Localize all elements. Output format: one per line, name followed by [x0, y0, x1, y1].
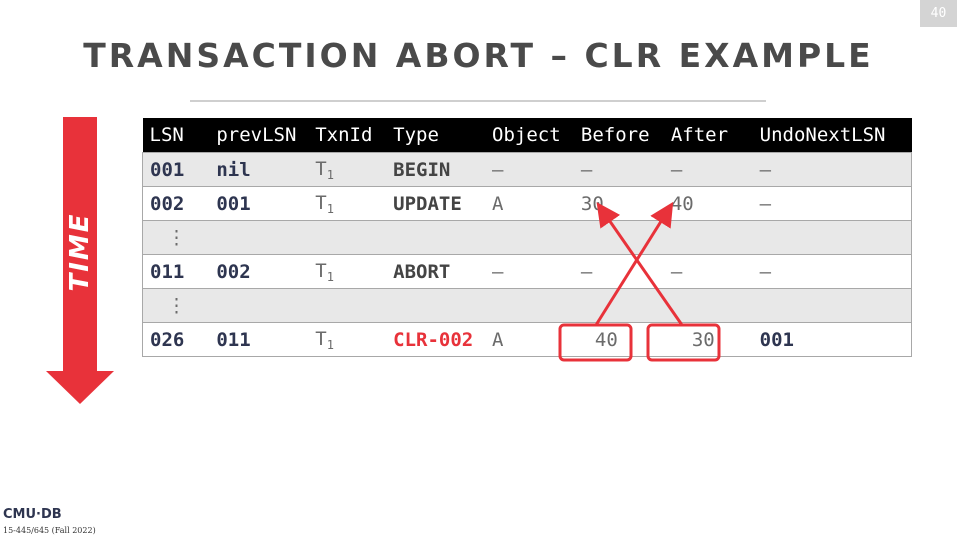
log-table: LSN prevLSN TxnId Type Object Before Aft… — [142, 118, 912, 357]
empty-cell — [752, 220, 912, 255]
empty-cell — [308, 220, 387, 255]
prevlsn-cell: nil — [209, 152, 309, 187]
txnid-text: T — [315, 327, 327, 350]
txnid-cell: T1 — [308, 322, 387, 357]
empty-cell — [308, 288, 387, 323]
before-cell: – — [573, 152, 664, 187]
time-label: TIME — [65, 212, 95, 292]
log-row: 026 011 T1 CLR-002 A 40 30 001 — [142, 322, 912, 357]
type-cell: UPDATE — [386, 186, 486, 221]
header-txnid: TxnId — [308, 118, 387, 153]
log-row: 001 nil T1 BEGIN – – – – — [142, 152, 912, 187]
cmu-db-logo: CMU·DB — [3, 507, 62, 522]
prevlsn-cell: 002 — [209, 254, 309, 289]
prevlsn-cell: 011 — [209, 322, 309, 357]
prevlsn-cell: 001 — [209, 186, 309, 221]
empty-cell — [573, 220, 664, 255]
undonextlsn-cell: – — [752, 254, 912, 289]
header-after: After — [663, 118, 753, 153]
empty-cell — [209, 288, 309, 323]
after-cell: – — [663, 254, 753, 289]
after-cell: 30 — [663, 322, 753, 357]
before-cell: 40 — [573, 322, 664, 357]
empty-cell — [386, 288, 486, 323]
empty-cell — [752, 288, 912, 323]
object-cell: – — [485, 254, 574, 289]
txnid-subscript: 1 — [326, 269, 334, 284]
ellipsis-cell: ⋮ — [142, 220, 210, 255]
slide-title: TRANSACTION ABORT – CLR EXAMPLE — [83, 36, 874, 75]
header-type: Type — [386, 118, 486, 153]
type-cell-clr: CLR-002 — [386, 322, 486, 357]
ellipsis-cell: ⋮ — [142, 288, 210, 323]
empty-cell — [485, 220, 574, 255]
log-row: 011 002 T1 ABORT – – – – — [142, 254, 912, 289]
course-label: 15-445/645 (Fall 2022) — [3, 526, 96, 535]
type-cell: BEGIN — [386, 152, 486, 187]
txnid-cell: T1 — [308, 254, 387, 289]
lsn-cell: 002 — [142, 186, 210, 221]
empty-cell — [573, 288, 664, 323]
time-arrow-head — [46, 371, 114, 404]
undonextlsn-cell: – — [752, 152, 912, 187]
log-ellipsis-row: ⋮ — [142, 288, 912, 323]
object-cell: A — [485, 322, 574, 357]
type-cell: ABORT — [386, 254, 486, 289]
txnid-subscript: 1 — [326, 201, 334, 216]
before-cell: 30 — [573, 186, 664, 221]
slide-number: 40 — [920, 0, 957, 27]
undonextlsn-cell: 001 — [752, 322, 912, 357]
empty-cell — [663, 288, 753, 323]
lsn-cell: 001 — [142, 152, 210, 187]
header-prevlsn: prevLSN — [209, 118, 309, 153]
lsn-cell: 011 — [142, 254, 210, 289]
txnid-cell: T1 — [308, 186, 387, 221]
txnid-text: T — [315, 191, 327, 214]
undonextlsn-cell: – — [752, 186, 912, 221]
after-cell: 40 — [663, 186, 753, 221]
txnid-subscript: 1 — [326, 167, 334, 182]
empty-cell — [663, 220, 753, 255]
object-cell: – — [485, 152, 574, 187]
object-cell: A — [485, 186, 574, 221]
header-undonextlsn: UndoNextLSN — [752, 118, 912, 153]
empty-cell — [209, 220, 309, 255]
empty-cell — [386, 220, 486, 255]
header-object: Object — [485, 118, 574, 153]
before-cell: – — [573, 254, 664, 289]
after-cell: – — [663, 152, 753, 187]
header-before: Before — [573, 118, 664, 153]
txnid-subscript: 1 — [326, 337, 334, 352]
header-lsn: LSN — [142, 118, 210, 153]
empty-cell — [485, 288, 574, 323]
txnid-text: T — [315, 157, 327, 180]
txnid-cell: T1 — [308, 152, 387, 187]
lsn-cell: 026 — [142, 322, 210, 357]
title-divider — [190, 100, 766, 102]
log-row: 002 001 T1 UPDATE A 30 40 – — [142, 186, 912, 221]
log-ellipsis-row: ⋮ — [142, 220, 912, 255]
log-header-row: LSN prevLSN TxnId Type Object Before Aft… — [142, 118, 912, 153]
txnid-text: T — [315, 259, 327, 282]
